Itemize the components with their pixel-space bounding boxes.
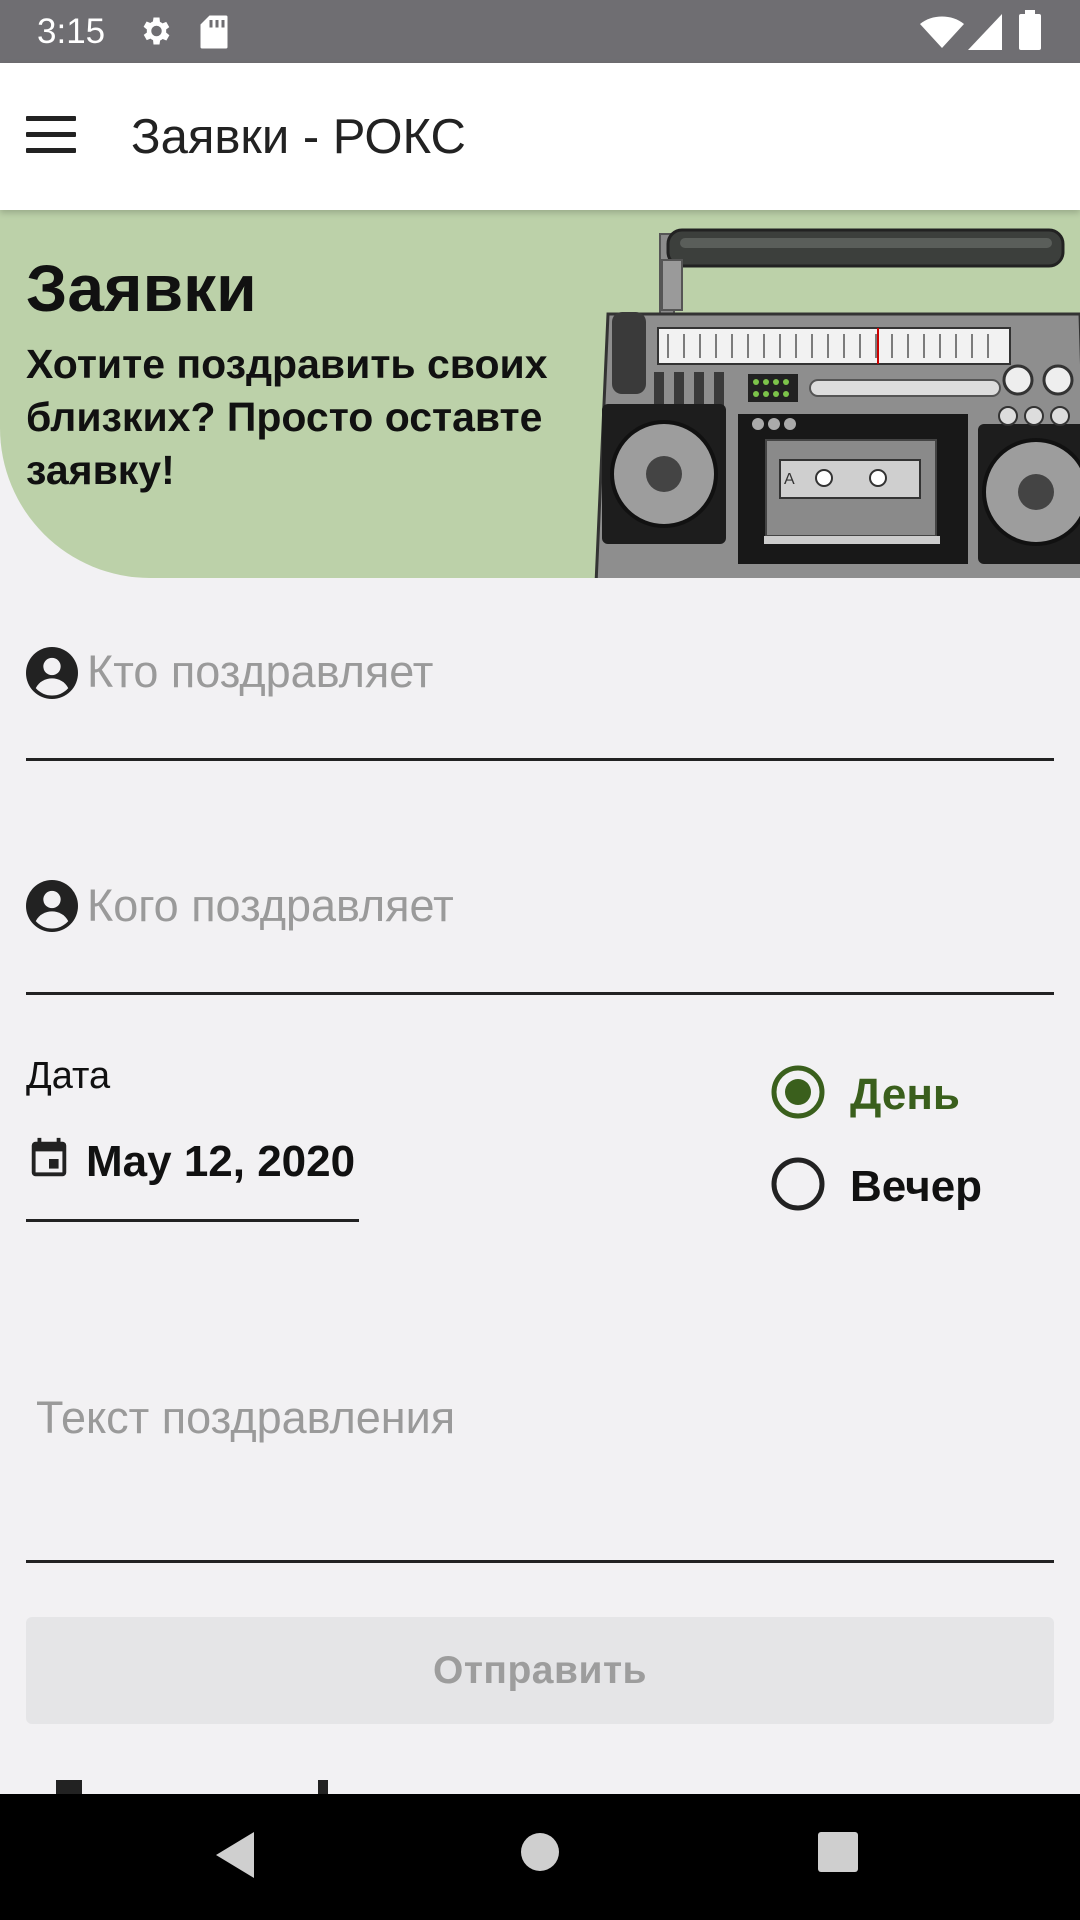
radio-checked-icon (771, 1065, 825, 1119)
banner-heading: Заявки (26, 251, 257, 325)
from-field-underline (26, 758, 1054, 761)
svg-text:A: A (784, 471, 795, 488)
status-time: 3:15 (37, 12, 106, 51)
boombox-illustration: A (594, 228, 1080, 578)
person-icon (26, 647, 78, 699)
back-icon[interactable] (214, 1830, 258, 1880)
message-field-placeholder: Текст поздравления (36, 1392, 456, 1443)
message-field-underline (26, 1560, 1054, 1563)
date-value: May 12, 2020 (86, 1137, 356, 1186)
status-bar: 3:15 (0, 0, 1080, 63)
page-title: Заявки - РОКС (131, 110, 466, 164)
to-field-placeholder: Кого поздравляет (87, 880, 454, 931)
sd-card-icon (200, 15, 228, 49)
radio-label-evening: Вечер (850, 1162, 983, 1211)
wifi-icon (920, 16, 964, 48)
submit-button[interactable]: Отправить (26, 1617, 1054, 1724)
date-picker[interactable]: May 12, 2020 (26, 1135, 359, 1222)
calendar-icon (31, 1137, 67, 1177)
clipped-content (50, 1780, 350, 1794)
message-field[interactable]: Текст поздравления (26, 1380, 1054, 1565)
date-underline (26, 1219, 359, 1222)
battery-icon (1019, 10, 1041, 50)
hamburger-icon[interactable] (26, 116, 78, 156)
recents-icon[interactable] (817, 1831, 859, 1873)
radio-option-day[interactable]: День (770, 1064, 1030, 1124)
home-icon[interactable] (519, 1831, 561, 1873)
from-field[interactable]: Кто поздравляет (26, 632, 1054, 762)
banner-subtitle: Хотите поздравить своих близких? Просто … (26, 341, 548, 493)
to-field-underline (26, 992, 1054, 995)
radio-label-day: День (850, 1070, 960, 1119)
person-icon (26, 880, 78, 932)
app-bar: Заявки - РОКС (0, 63, 1080, 210)
signal-icon (968, 14, 1002, 50)
to-field[interactable]: Кого поздравляет (26, 868, 1054, 998)
radio-unchecked-icon (771, 1157, 825, 1211)
from-field-placeholder: Кто поздравляет (87, 646, 434, 697)
navigation-bar (0, 1794, 1080, 1920)
gear-icon (143, 17, 170, 45)
date-label: Дата (26, 1055, 111, 1097)
radio-option-evening[interactable]: Вечер (770, 1156, 1030, 1216)
header-banner: Заявки Хотите поздравить своих близких? … (0, 210, 1080, 578)
